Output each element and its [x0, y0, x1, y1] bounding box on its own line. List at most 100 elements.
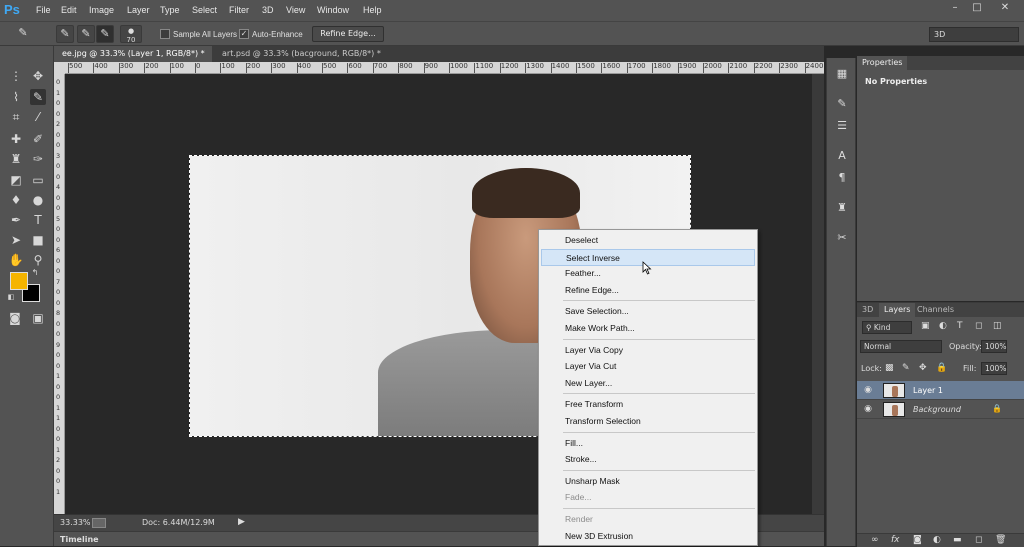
filter-type-icon[interactable]: T	[957, 321, 963, 331]
menu-item-free-transform[interactable]: Free Transform	[541, 396, 755, 413]
tab-layers[interactable]: Layers	[879, 303, 916, 317]
lock-position-icon[interactable]: ✥	[919, 363, 927, 373]
menu-item-unsharp-mask[interactable]: Unsharp Mask	[541, 473, 755, 490]
blur-icon[interactable]: ♦	[8, 192, 24, 208]
horizontal-ruler[interactable]: 500 400 300 200 100 0 100 200 300 400 500 600 700 800…	[65, 62, 824, 74]
healing-brush-icon[interactable]: ✚	[8, 131, 24, 147]
gradient-icon[interactable]: ▭	[30, 172, 46, 188]
add-mask-icon[interactable]: ◙	[913, 535, 922, 545]
refine-edge-button[interactable]: Refine Edge...	[312, 26, 384, 42]
lock-transparent-icon[interactable]: ▩	[885, 363, 894, 373]
delete-layer-icon[interactable]: 🗑	[995, 535, 1006, 545]
filter-shape-icon[interactable]: ◻	[975, 321, 982, 331]
menu-item-layer-via-copy[interactable]: Layer Via Copy	[541, 342, 755, 359]
adjustments-panel-icon[interactable]: ☰	[834, 118, 850, 134]
menu-image[interactable]: Image	[89, 5, 114, 15]
vertical-scrollbar[interactable]	[812, 74, 824, 514]
layer-style-icon[interactable]: fx	[891, 535, 900, 545]
zoom-icon[interactable]: ⚲	[30, 252, 46, 268]
tool-presets-panel-icon[interactable]: ✂	[834, 230, 850, 246]
crop-icon[interactable]: ⌗	[8, 109, 24, 125]
menu-item-make-work-path[interactable]: Make Work Path...	[541, 320, 755, 337]
quick-mask-icon[interactable]: ◙	[7, 310, 23, 326]
lock-image-icon[interactable]: ✎	[902, 363, 910, 373]
brush-size-picker[interactable]: ● 70	[120, 25, 142, 44]
menu-item-new-3d-extrusion[interactable]: New 3D Extrusion	[541, 528, 755, 545]
workspace-select[interactable]: 3D	[929, 27, 1019, 42]
menu-item-new-layer[interactable]: New Layer...	[541, 375, 755, 392]
pen-icon[interactable]: ✒	[8, 212, 24, 228]
tab-ee-jpg[interactable]: ee.jpg @ 33.3% (Layer 1, RGB/8*) * ×	[54, 46, 212, 74]
clone-stamp-icon[interactable]: ♜	[8, 151, 24, 167]
menu-layer[interactable]: Layer	[127, 5, 150, 15]
menu-filter[interactable]: Filter	[229, 5, 249, 15]
zoom-level[interactable]: 33.33%	[60, 518, 91, 527]
character-panel-icon[interactable]: A	[834, 148, 850, 164]
path-selection-icon[interactable]: ➤	[8, 232, 24, 248]
tab-3d[interactable]: 3D	[857, 303, 878, 317]
menu-window[interactable]: Window	[317, 5, 349, 15]
screen-mode-icon[interactable]: ▣	[30, 310, 46, 326]
menu-item-fill[interactable]: Fill...	[541, 435, 755, 452]
menu-file[interactable]: File	[36, 5, 51, 15]
close-window-button[interactable]: ✕	[998, 2, 1012, 14]
new-selection-icon[interactable]: ✎	[56, 25, 74, 43]
menu-item-transform-selection[interactable]: Transform Selection	[541, 413, 755, 430]
menu-view[interactable]: View	[286, 5, 305, 15]
subtract-selection-icon[interactable]: ✎	[96, 25, 114, 43]
new-adjustment-icon[interactable]: ◐	[933, 535, 941, 545]
lasso-icon[interactable]: ⌇	[8, 89, 24, 105]
rectangle-icon[interactable]: ■	[30, 232, 46, 248]
paragraph-panel-icon[interactable]: ¶	[834, 170, 850, 186]
document-preview-icon[interactable]	[92, 518, 106, 528]
new-group-icon[interactable]: ▬	[953, 535, 962, 545]
brush-icon[interactable]: ✐	[30, 131, 46, 147]
marquee-icon[interactable]: ⋮	[8, 68, 24, 84]
quick-selection-icon[interactable]: ✎	[30, 89, 46, 105]
menu-item-layer-via-cut[interactable]: Layer Via Cut	[541, 358, 755, 375]
link-layers-icon[interactable]: ∞	[871, 535, 879, 545]
color-panel-icon[interactable]: ▦	[834, 66, 850, 82]
blend-mode-select[interactable]: Normal	[860, 340, 942, 353]
quick-selection-preset-icon[interactable]: ✎	[14, 25, 32, 43]
fill-input[interactable]: 100%	[981, 362, 1007, 375]
lock-all-icon[interactable]: 🔒	[936, 363, 947, 373]
hand-icon[interactable]: ✋	[8, 252, 24, 268]
menu-item-save-selection[interactable]: Save Selection...	[541, 303, 755, 320]
type-icon[interactable]: T	[30, 212, 46, 228]
filter-adjustment-icon[interactable]: ◐	[939, 321, 947, 331]
ruler-origin[interactable]	[54, 62, 65, 74]
move-icon[interactable]: ✥	[30, 68, 46, 84]
menu-3d[interactable]: 3D	[262, 5, 274, 15]
status-menu-arrow-icon[interactable]: ▶	[238, 517, 245, 527]
kind-filter-select[interactable]: ⚲ Kind	[862, 321, 912, 334]
filter-pixel-icon[interactable]: ▣	[921, 321, 930, 331]
menu-item-refine-edge[interactable]: Refine Edge...	[541, 282, 755, 299]
tab-channels[interactable]: Channels	[912, 303, 959, 317]
layer-name[interactable]: Background	[913, 405, 961, 414]
swap-colors-icon[interactable]: ↰	[30, 268, 40, 278]
dodge-icon[interactable]: ●	[30, 192, 46, 208]
new-layer-icon[interactable]: ◻	[975, 535, 982, 545]
add-to-selection-icon[interactable]: ✎	[77, 25, 95, 43]
clone-source-panel-icon[interactable]: ♜	[834, 200, 850, 216]
menu-help[interactable]: Help	[363, 5, 382, 15]
layer-name[interactable]: Layer 1	[913, 386, 943, 395]
foreground-color-swatch[interactable]	[10, 272, 28, 290]
menu-edit[interactable]: Edit	[61, 5, 77, 15]
default-colors-icon[interactable]: ◧	[6, 292, 16, 302]
visibility-eye-icon[interactable]: ◉	[863, 385, 873, 395]
filter-smart-object-icon[interactable]: ◫	[993, 321, 1002, 331]
tab-properties[interactable]: Properties	[857, 56, 908, 70]
menu-item-stroke[interactable]: Stroke...	[541, 451, 755, 468]
tab-art-psd[interactable]: art.psd @ 33.3% (bacground, RGB/8*) * ×	[214, 46, 384, 74]
eyedropper-icon[interactable]: ⁄	[30, 109, 46, 125]
minimize-button[interactable]: –	[948, 2, 962, 14]
menu-type[interactable]: Type	[160, 5, 180, 15]
vertical-ruler[interactable]: 0 1 0 0 2 0 0 3 0 0 4 0 0 5 0 0 6 0 0 7 0 0 8 0 0 9 0 0 1 0 0 1 1 0 0 1 2 0 0 1	[54, 74, 65, 514]
sample-all-layers-checkbox[interactable]	[160, 29, 170, 39]
eraser-icon[interactable]: ◩	[8, 172, 24, 188]
visibility-eye-icon[interactable]: ◉	[863, 404, 873, 414]
maximize-button[interactable]: □	[970, 2, 984, 14]
history-brush-icon[interactable]: ✑	[30, 151, 46, 167]
